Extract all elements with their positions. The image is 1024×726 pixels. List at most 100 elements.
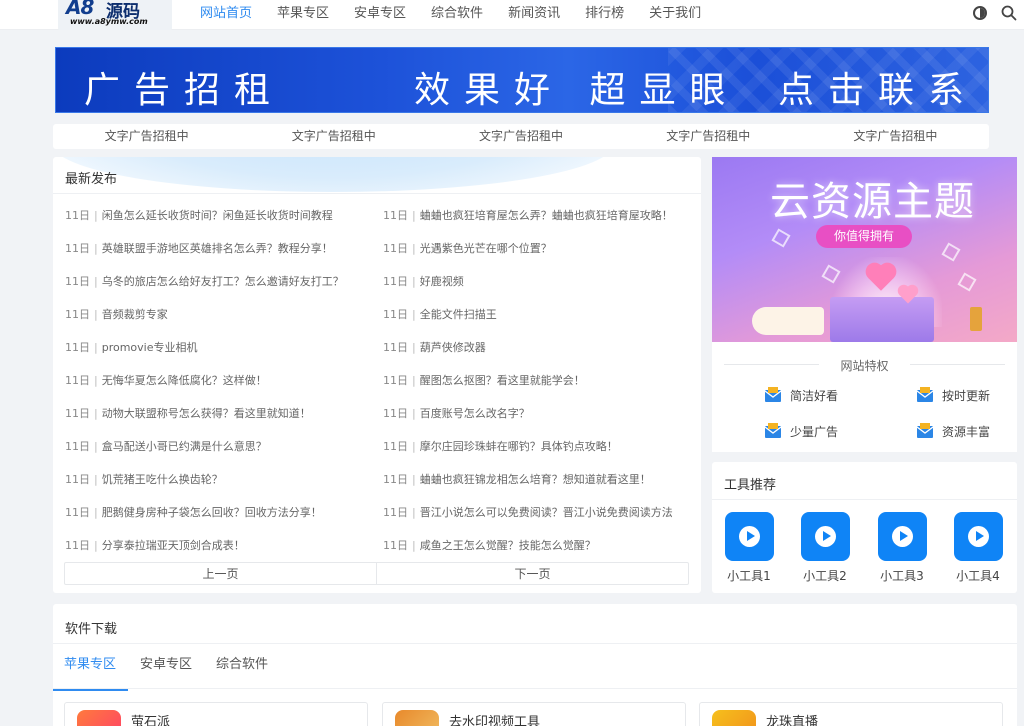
news-title[interactable]: 英雄联盟手游地区英雄排名怎么弄？教程分享！ — [102, 241, 333, 274]
news-date: 11日 — [65, 440, 90, 453]
tab-software[interactable]: 综合软件 — [216, 644, 268, 689]
nav-news[interactable]: 新闻资讯 — [508, 0, 560, 30]
tool-label: 小工具2 — [803, 569, 847, 583]
app-icon — [395, 710, 439, 726]
promo-banner[interactable]: 云资源主题 你值得拥有 — [712, 157, 1017, 342]
news-item[interactable]: 11日 | 醒图怎么抠图？看这里就能学会！ — [383, 373, 701, 406]
news-date: 11日 — [383, 308, 408, 321]
software-card[interactable]: 去水印视频工具 — [382, 702, 686, 726]
news-date: 11日 — [65, 242, 90, 255]
news-date: 11日 — [383, 440, 408, 453]
text-ad-link[interactable]: 文字广告招租中 — [615, 124, 802, 149]
tool-item[interactable]: 小工具4 — [948, 512, 1008, 584]
tool-item[interactable]: 小工具1 — [719, 512, 779, 584]
tool-item[interactable]: 小工具2 — [795, 512, 855, 584]
nav-android[interactable]: 安卓专区 — [354, 0, 406, 30]
text-ad-link[interactable]: 文字广告招租中 — [53, 124, 240, 149]
news-item[interactable]: 11日 | 无悔华夏怎么降低腐化？这样做！ — [65, 373, 385, 406]
banner-text-2: 效果好 超显眼 — [414, 70, 740, 111]
news-item[interactable]: 11日 | 音频裁剪专家 — [65, 307, 385, 340]
promo-tagline: 你值得拥有 — [816, 225, 912, 248]
news-title[interactable]: 动物大联盟称号怎么获得？看这里就知道！ — [102, 406, 311, 439]
cube-decoration — [941, 242, 961, 262]
search-icon[interactable] — [1001, 5, 1017, 21]
news-item[interactable]: 11日 | 晋江小说怎么可以免费阅读？晋江小说免费阅读方法 — [383, 505, 701, 538]
news-item[interactable]: 11日 | 蛐蛐也疯狂锦龙相怎么培育？想知道就看这里！ — [383, 472, 701, 505]
news-title[interactable]: 乌冬的旅店怎么给好友打工？怎么邀请好友打工？ — [102, 274, 344, 307]
nav-home[interactable]: 网站首页 — [200, 0, 252, 30]
news-item[interactable]: 11日 | 动物大联盟称号怎么获得？看这里就知道！ — [65, 406, 385, 439]
news-item[interactable]: 11日 | 百度账号怎么改名字？ — [383, 406, 701, 439]
news-title[interactable]: 闲鱼怎么延长收货时间？闲鱼延长收货时间教程 — [102, 208, 333, 241]
news-title[interactable]: 无悔华夏怎么降低腐化？这样做！ — [102, 373, 267, 406]
tools-panel: 工具推荐 小工具1 小工具2 小工具3 小工具4 — [712, 462, 1017, 593]
news-item[interactable]: 11日 | promovie专业相机 — [65, 340, 385, 373]
news-item[interactable]: 11日 | 肥鹅健身房种子袋怎么回收？回收方法分享！ — [65, 505, 385, 538]
nav-apple[interactable]: 苹果专区 — [277, 0, 329, 30]
tool-item[interactable]: 小工具3 — [872, 512, 932, 584]
feature-label: 按时更新 — [942, 388, 991, 403]
news-title[interactable]: 饥荒猪王吃什么换齿轮？ — [102, 472, 223, 505]
software-download-panel: 软件下载 苹果专区 安卓专区 综合软件 萤石派 去水印视频工具 龙珠直播 — [53, 604, 1017, 726]
news-title[interactable]: 葫芦侠修改器 — [420, 340, 486, 373]
cube-decoration — [771, 228, 791, 248]
news-title[interactable]: 晋江小说怎么可以免费阅读？晋江小说免费阅读方法 — [420, 505, 673, 538]
feature-item: 简洁好看 — [764, 386, 838, 404]
news-title[interactable]: 光遇紫色光芒在哪个位置？ — [420, 241, 552, 274]
text-ad-link[interactable]: 文字广告招租中 — [427, 124, 614, 149]
software-card[interactable]: 龙珠直播 — [699, 702, 1003, 726]
news-title[interactable]: 蛐蛐也疯狂锦龙相怎么培育？想知道就看这里！ — [420, 472, 651, 505]
news-title[interactable]: 盒马配送小哥已约满是什么意思？ — [102, 439, 267, 472]
app-name: 龙珠直播 — [766, 715, 819, 726]
news-title[interactable]: 音频裁剪专家 — [102, 307, 168, 340]
news-date: 11日 — [65, 407, 90, 420]
app-name: 去水印视频工具 — [449, 715, 541, 726]
news-title[interactable]: 醒图怎么抠图？看这里就能学会！ — [420, 373, 585, 406]
nav-software[interactable]: 综合软件 — [431, 0, 483, 30]
news-title[interactable]: promovie专业相机 — [102, 340, 198, 373]
news-item[interactable]: 11日 | 英雄联盟手游地区英雄排名怎么弄？教程分享！ — [65, 241, 385, 274]
play-icon — [877, 512, 927, 561]
news-item[interactable]: 11日 | 光遇紫色光芒在哪个位置？ — [383, 241, 701, 274]
news-item[interactable]: 11日 | 全能文件扫描王 — [383, 307, 701, 340]
person-illustration — [752, 307, 824, 335]
ad-banner[interactable]: 广告招租 效果好 超显眼 点击联系 — [55, 47, 989, 113]
news-item[interactable]: 11日 | 蛐蛐也疯狂培育屋怎么弄？蛐蛐也疯狂培育屋攻略！ — [383, 208, 701, 241]
news-title[interactable]: 全能文件扫描王 — [420, 307, 497, 340]
news-date: 11日 — [65, 308, 90, 321]
prev-page-button[interactable]: 上一页 — [65, 563, 377, 584]
tool-label: 小工具3 — [880, 569, 924, 583]
news-item[interactable]: 11日 | 摩尔庄园珍珠蚌在哪钓？具体钓点攻略！ — [383, 439, 701, 472]
theme-toggle-icon[interactable] — [973, 6, 987, 20]
site-features: 网站特权 简洁好看 按时更新 少量广告 资源丰富 — [712, 342, 1017, 452]
news-separator: | — [94, 473, 98, 486]
news-title[interactable]: 蛐蛐也疯狂培育屋怎么弄？蛐蛐也疯狂培育屋攻略！ — [420, 208, 673, 241]
tab-apple[interactable]: 苹果专区 — [53, 644, 129, 691]
site-logo[interactable]: A8 源码 www.a8ymw.com — [58, 0, 172, 30]
news-title[interactable]: 好鹿视频 — [420, 274, 464, 307]
news-item[interactable]: 11日 | 饥荒猪王吃什么换齿轮？ — [65, 472, 385, 505]
news-item[interactable]: 11日 | 盒马配送小哥已约满是什么意思？ — [65, 439, 385, 472]
news-item[interactable]: 11日 | 乌冬的旅店怎么给好友打工？怎么邀请好友打工？ — [65, 274, 385, 307]
banner-text-3: 点击联系 — [778, 70, 979, 111]
news-item[interactable]: 11日 | 闲鱼怎么延长收货时间？闲鱼延长收货时间教程 — [65, 208, 385, 241]
nav-about[interactable]: 关于我们 — [649, 0, 701, 30]
divider — [712, 499, 1017, 500]
news-separator: | — [94, 275, 98, 288]
news-separator: | — [94, 407, 98, 420]
news-separator: | — [412, 473, 416, 486]
next-page-button[interactable]: 下一页 — [377, 563, 688, 584]
news-item[interactable]: 11日 | 葫芦侠修改器 — [383, 340, 701, 373]
text-ad-link[interactable]: 文字广告招租中 — [240, 124, 427, 149]
news-item[interactable]: 11日 | 好鹿视频 — [383, 274, 701, 307]
text-ad-link[interactable]: 文字广告招租中 — [802, 124, 989, 149]
envelope-icon — [764, 387, 782, 402]
feature-item: 按时更新 — [916, 386, 990, 404]
software-card[interactable]: 萤石派 — [64, 702, 368, 726]
news-title[interactable]: 摩尔庄园珍珠蚌在哪钓？具体钓点攻略！ — [420, 439, 618, 472]
news-separator: | — [94, 308, 98, 321]
news-title[interactable]: 百度账号怎么改名字？ — [420, 406, 530, 439]
news-title[interactable]: 肥鹅健身房种子袋怎么回收？回收方法分享！ — [102, 505, 322, 538]
nav-ranking[interactable]: 排行榜 — [585, 0, 624, 30]
tab-android[interactable]: 安卓专区 — [140, 644, 192, 689]
